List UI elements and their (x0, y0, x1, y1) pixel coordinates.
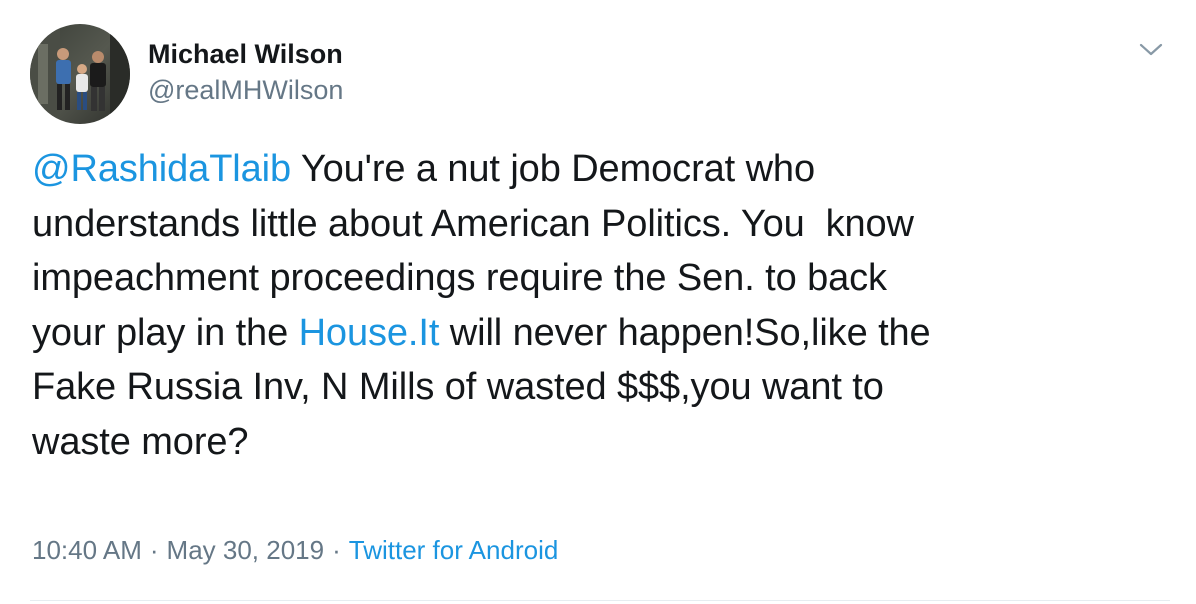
chevron-down-icon (1139, 43, 1163, 56)
meta-separator: · (149, 535, 159, 565)
avatar-photo (30, 24, 130, 124)
avatar[interactable] (30, 24, 130, 124)
mention-link[interactable]: @RashidaTlaib (32, 148, 291, 190)
tweet-card: Michael Wilson @realMHWilson @RashidaTla… (0, 0, 1196, 604)
house-link[interactable]: House.It (299, 312, 440, 354)
tweet-meta: 10:40 AM · May 30, 2019 · Twitter for Androi… (32, 532, 558, 568)
meta-separator: · (332, 535, 341, 565)
author-handle[interactable]: @realMHWilson (148, 74, 343, 106)
tweet-source-link[interactable]: Twitter for Android (349, 535, 559, 565)
tweet-body: @RashidaTlaib You're a nut job Democrat … (32, 142, 1162, 469)
divider (30, 600, 1170, 601)
author-display-name[interactable]: Michael Wilson (148, 38, 343, 70)
author-names: Michael Wilson @realMHWilson (148, 38, 343, 106)
tweet-time[interactable]: 10:40 AM (32, 535, 142, 565)
tweet-date[interactable]: May 30, 2019 (167, 535, 325, 565)
tweet-menu-button[interactable] (1138, 40, 1164, 60)
tweet-header: Michael Wilson @realMHWilson (30, 24, 1170, 124)
